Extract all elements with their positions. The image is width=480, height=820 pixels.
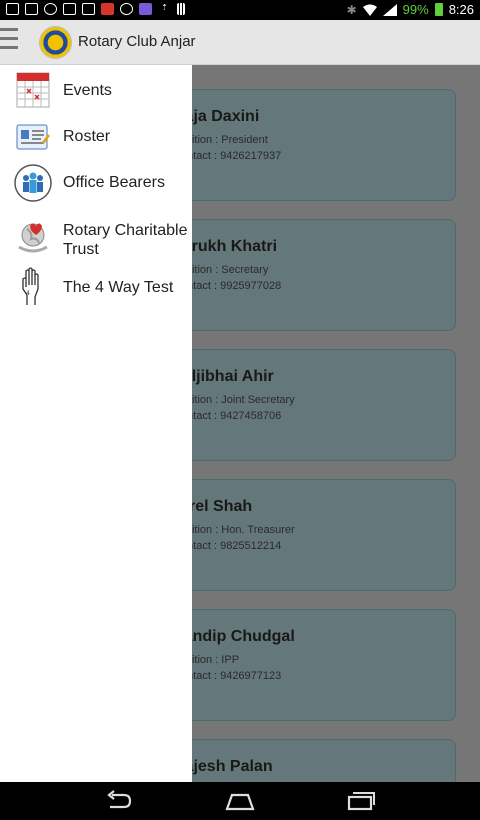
home-icon[interactable]: [225, 789, 255, 813]
charitable-trust-globe-icon: [18, 223, 48, 253]
mail-icon: [6, 3, 19, 15]
drawer-item-rotary-charitable-trust[interactable]: Rotary Charitable Trust: [0, 217, 192, 265]
app-bar: Rotary Club Anjar: [0, 20, 480, 65]
events-calendar-icon: [16, 72, 50, 108]
system-navigation-bar: [0, 782, 480, 820]
app-notification-icon: [63, 3, 76, 15]
barcode-icon: [177, 3, 185, 15]
drawer-item-label: Office Bearers: [63, 174, 165, 191]
app-notification-icon: [25, 3, 38, 15]
status-bar: ⇡ ✱ 99% 8:26: [0, 0, 480, 20]
four-way-test-hand-icon: 4: [22, 267, 39, 305]
drawer-item-label: Events: [63, 82, 112, 99]
battery-icon: [434, 3, 443, 16]
svg-text:4: 4: [26, 290, 30, 297]
office-bearers-group-icon: [14, 164, 52, 202]
bluetooth-icon: ✱: [346, 2, 357, 17]
app-notification-icon: [101, 3, 114, 15]
rotary-logo-icon[interactable]: [39, 26, 72, 59]
drawer-item-label: Roster: [63, 128, 111, 145]
drawer-item-label: The 4 Way Test: [63, 279, 174, 296]
upload-icon: ⇡: [161, 3, 168, 12]
drawer-item-office-bearers[interactable]: Office Bearers: [0, 161, 192, 205]
battery-percent: 99%: [402, 2, 429, 17]
image-icon: [82, 3, 95, 15]
whatsapp-icon: [44, 3, 57, 15]
signal-icon: [382, 3, 397, 16]
recent-apps-icon[interactable]: [346, 789, 376, 813]
sync-icon: [120, 3, 133, 15]
back-icon[interactable]: [104, 789, 134, 813]
app-title: Rotary Club Anjar: [78, 33, 196, 50]
navigation-drawer: Events Roster Office Bearers Rotary Char…: [0, 65, 192, 782]
drawer-item-roster[interactable]: Roster: [0, 115, 192, 159]
wifi-icon: [362, 4, 377, 16]
notification-icons: ⇡: [6, 3, 185, 15]
drawer-item-four-way-test[interactable]: 4 The 4 Way Test: [0, 265, 192, 311]
hamburger-menu-icon[interactable]: [0, 28, 18, 58]
drawer-item-label: Rotary Charitable Trust: [63, 222, 188, 258]
system-icons: ✱ 99% 8:26: [347, 2, 474, 17]
clock: 8:26: [448, 2, 474, 17]
drawer-item-events[interactable]: Events: [0, 67, 192, 111]
app-notification-icon: [139, 3, 152, 15]
roster-card-icon: [16, 124, 50, 150]
